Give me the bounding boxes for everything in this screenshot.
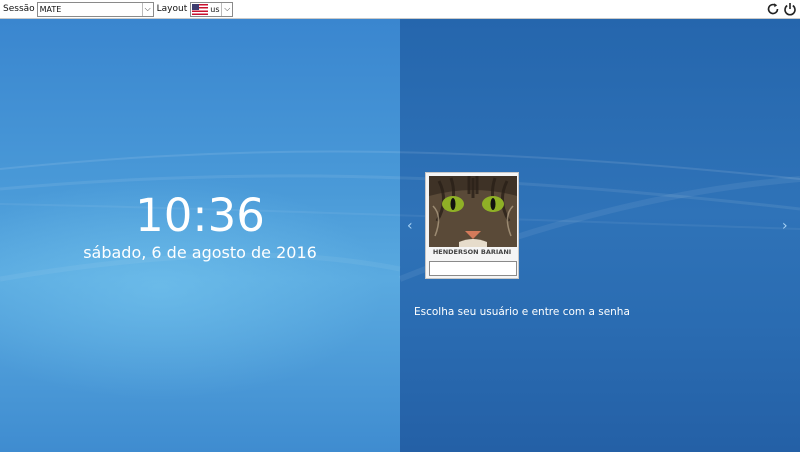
layout-value: us — [210, 4, 220, 14]
clock-time: 10:36 — [135, 189, 265, 242]
power-icon[interactable] — [783, 2, 797, 16]
clock-date: sábado, 6 de agosto de 2016 — [83, 243, 317, 262]
password-input[interactable] — [429, 261, 517, 276]
next-user-button[interactable]: › — [782, 219, 788, 233]
session-value: MATE — [39, 4, 62, 14]
chevron-down-icon: ⌵ — [141, 2, 153, 16]
restart-icon[interactable] — [766, 2, 780, 16]
layout-select[interactable]: us ⌵ — [190, 1, 234, 17]
session-label: Sessão — [3, 4, 35, 14]
top-bar: Sessão MATE ⌵ Layout us ⌵ — [0, 0, 800, 19]
user-name: HENDERSON BARIANI — [432, 248, 512, 256]
previous-user-button[interactable]: ‹ — [407, 219, 413, 233]
user-card[interactable]: HENDERSON BARIANI — [425, 172, 519, 279]
session-select[interactable]: MATE ⌵ — [36, 1, 154, 17]
layout-label: Layout — [156, 4, 188, 14]
chevron-down-icon: ⌵ — [221, 2, 232, 16]
cat-avatar — [429, 176, 517, 247]
login-prompt: Escolha seu usuário e entre com a senha — [414, 306, 630, 318]
us-flag-icon — [192, 3, 209, 15]
